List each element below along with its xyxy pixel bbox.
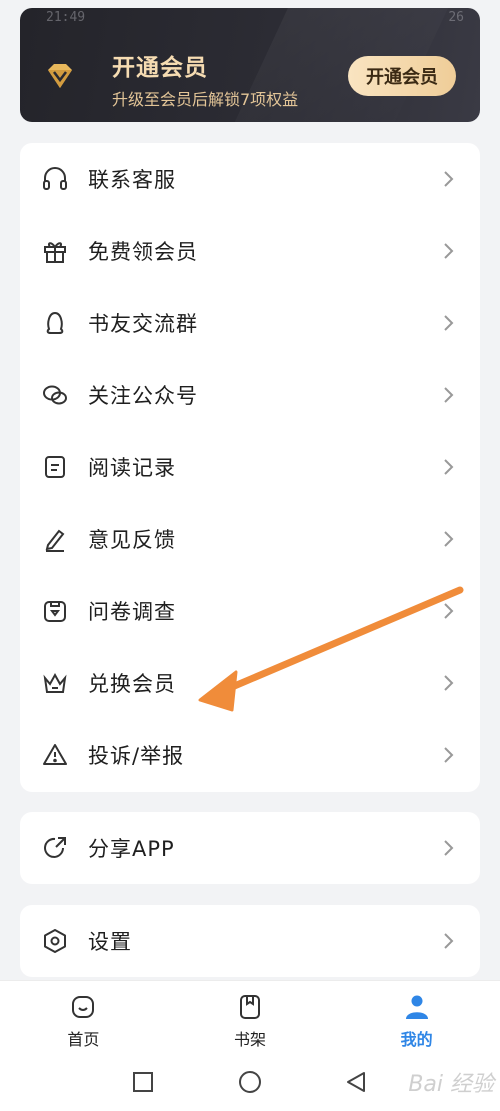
survey-icon bbox=[40, 596, 70, 626]
pen-icon bbox=[40, 524, 70, 554]
menu-item-follow-account[interactable]: 关注公众号 bbox=[20, 359, 480, 431]
menu-item-reader-group[interactable]: 书友交流群 bbox=[20, 287, 480, 359]
baidu-watermark: Bai 经验 bbox=[408, 1072, 494, 1097]
bookshelf-icon bbox=[240, 995, 260, 1019]
menu-item-label: 分享APP bbox=[88, 837, 175, 861]
headphones-icon bbox=[40, 164, 70, 194]
status-battery: 26 bbox=[448, 10, 464, 25]
chevron-right-icon bbox=[444, 603, 454, 619]
menu-item-share-app[interactable]: 分享APP bbox=[20, 812, 480, 884]
vip-diamond-icon bbox=[48, 64, 72, 88]
settings-icon bbox=[40, 926, 70, 956]
settings-card: 设置 bbox=[20, 905, 480, 977]
chevron-right-icon bbox=[444, 840, 454, 856]
vip-banner[interactable]: 21:49 26 开通会员 升级至会员后解锁7项权益 开通会员 bbox=[20, 8, 480, 122]
menu-item-label: 投诉/举报 bbox=[88, 744, 185, 768]
tab-home[interactable]: 首页 bbox=[0, 981, 167, 1052]
home-icon bbox=[72, 996, 95, 1018]
circle-icon bbox=[239, 1071, 261, 1093]
chevron-right-icon bbox=[444, 459, 454, 475]
menu-item-label: 兑换会员 bbox=[88, 672, 176, 696]
menu-item-survey[interactable]: 问卷调查 bbox=[20, 575, 480, 647]
share-card: 分享APP bbox=[20, 812, 480, 884]
profile-icon bbox=[405, 995, 428, 1019]
bottom-tab-bar: 首页 书架 我的 bbox=[0, 980, 500, 1052]
menu-item-label: 阅读记录 bbox=[88, 456, 176, 480]
chevron-right-icon bbox=[444, 243, 454, 259]
open-vip-button[interactable]: 开通会员 bbox=[348, 56, 456, 96]
chevron-right-icon bbox=[444, 933, 454, 949]
tab-label: 书架 bbox=[234, 1030, 267, 1049]
system-nav-bar: Bai 经验 bbox=[0, 1052, 500, 1111]
menu-item-label: 书友交流群 bbox=[88, 312, 198, 336]
menu-item-free-vip[interactable]: 免费领会员 bbox=[20, 215, 480, 287]
menu-item-label: 联系客服 bbox=[88, 168, 176, 192]
menu-item-settings[interactable]: 设置 bbox=[20, 905, 480, 977]
chevron-right-icon bbox=[444, 171, 454, 187]
menu-item-label: 意见反馈 bbox=[88, 528, 176, 552]
status-bar: 21:49 26 bbox=[20, 10, 480, 30]
menu-card: 联系客服 免费领会员 书友交流群 关注公众号 阅读记录 意见反馈 问卷调查 兑换… bbox=[20, 143, 480, 792]
menu-item-feedback[interactable]: 意见反馈 bbox=[20, 503, 480, 575]
vip-subtitle: 升级至会员后解锁7项权益 bbox=[112, 90, 299, 109]
crown-icon bbox=[40, 668, 70, 698]
menu-item-label: 免费领会员 bbox=[88, 240, 198, 264]
chevron-right-icon bbox=[444, 675, 454, 691]
menu-item-label: 关注公众号 bbox=[88, 384, 198, 408]
recent-apps-button[interactable] bbox=[125, 1064, 161, 1100]
vip-title: 开通会员 bbox=[112, 55, 208, 81]
menu-item-reading-history[interactable]: 阅读记录 bbox=[20, 431, 480, 503]
tab-label: 我的 bbox=[400, 1030, 433, 1049]
tab-label: 首页 bbox=[67, 1030, 100, 1049]
tab-bookshelf[interactable]: 书架 bbox=[167, 981, 334, 1052]
back-nav-button[interactable] bbox=[338, 1064, 374, 1100]
warning-icon bbox=[40, 740, 70, 770]
status-time: 21:49 bbox=[46, 10, 86, 25]
document-icon bbox=[40, 452, 70, 482]
share-icon bbox=[40, 833, 70, 863]
tab-mine[interactable]: 我的 bbox=[333, 981, 500, 1052]
chevron-right-icon bbox=[444, 747, 454, 763]
menu-item-label: 设置 bbox=[88, 930, 132, 954]
home-nav-button[interactable] bbox=[232, 1064, 268, 1100]
triangle-back-icon bbox=[347, 1072, 365, 1092]
menu-item-report[interactable]: 投诉/举报 bbox=[20, 719, 480, 791]
gift-icon bbox=[40, 236, 70, 266]
chevron-right-icon bbox=[444, 315, 454, 331]
square-icon bbox=[133, 1072, 153, 1092]
chevron-right-icon bbox=[444, 387, 454, 403]
menu-item-label: 问卷调查 bbox=[88, 600, 176, 624]
menu-item-redeem-vip[interactable]: 兑换会员 bbox=[20, 647, 480, 719]
wechat-icon bbox=[40, 380, 70, 410]
menu-item-contact-service[interactable]: 联系客服 bbox=[20, 143, 480, 215]
qq-penguin-icon bbox=[40, 308, 70, 338]
chevron-right-icon bbox=[444, 531, 454, 547]
